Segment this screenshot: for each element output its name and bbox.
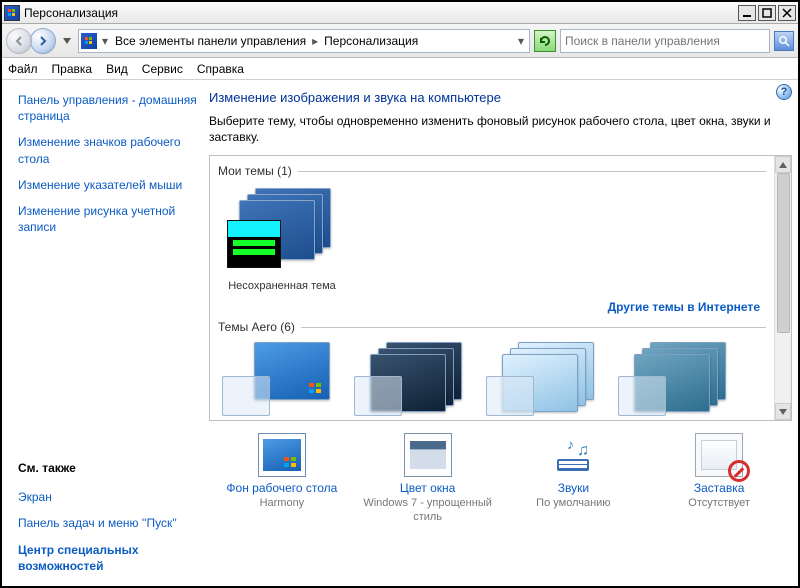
desktop-background-action[interactable]: Фон рабочего стола Harmony	[216, 433, 348, 525]
breadcrumb-item[interactable]: Все элементы панели управления	[113, 34, 308, 48]
aero-themes-header: Темы Aero (6)	[218, 320, 766, 334]
action-title: Фон рабочего стола	[216, 481, 348, 495]
chevron-right-icon[interactable]: ▸	[310, 34, 320, 48]
breadcrumb[interactable]: ▾ Все элементы панели управления ▸ Персо…	[78, 29, 530, 53]
svg-text:♪: ♪	[567, 436, 574, 452]
action-title: Цвет окна	[362, 481, 494, 495]
menu-file[interactable]: Файл	[8, 62, 38, 76]
action-sub: Windows 7 - упрощенный стиль	[362, 497, 494, 525]
screensaver-icon	[695, 433, 743, 477]
window-color-action[interactable]: Цвет окна Windows 7 - упрощенный стиль	[362, 433, 494, 525]
search-box[interactable]	[560, 29, 770, 53]
breadcrumb-item[interactable]: Персонализация	[322, 34, 420, 48]
bottom-actions: Фон рабочего стола Harmony Цвет окна Win…	[209, 421, 792, 525]
menu-tools[interactable]: Сервис	[142, 62, 183, 76]
minimize-button[interactable]	[738, 5, 756, 21]
sidebar-account-picture-link[interactable]: Изменение рисунка учетной записи	[18, 203, 199, 235]
maximize-button[interactable]	[758, 5, 776, 21]
action-sub: Отсутствует	[653, 497, 785, 511]
theme-item-aero[interactable]	[354, 342, 474, 420]
themes-panel: Мои темы (1) Несохраненная тема Другие т…	[209, 155, 792, 421]
main-content: ? Изменение изображения и звука на компь…	[207, 80, 798, 586]
close-button[interactable]	[778, 5, 796, 21]
sounds-action[interactable]: ♪♫ Звуки По умолчанию	[507, 433, 639, 525]
svg-text:♫: ♫	[577, 442, 589, 459]
control-panel-icon	[81, 33, 97, 49]
refresh-button[interactable]	[534, 30, 556, 52]
sidebar-home-link[interactable]: Панель управления - домашняя страница	[18, 92, 199, 124]
body: Панель управления - домашняя страница Из…	[2, 80, 798, 586]
theme-item-aero[interactable]	[486, 342, 606, 420]
theme-item-aero[interactable]	[618, 342, 738, 420]
desktop-background-icon	[258, 433, 306, 477]
forward-button[interactable]	[30, 28, 56, 54]
help-icon[interactable]: ?	[776, 84, 792, 100]
theme-item-aero[interactable]	[222, 342, 342, 420]
menu-view[interactable]: Вид	[106, 62, 128, 76]
scroll-thumb[interactable]	[777, 173, 790, 333]
sidebar-taskbar-link[interactable]: Панель задач и меню ''Пуск''	[18, 515, 199, 531]
sidebar-desktop-icons-link[interactable]: Изменение значков рабочего стола	[18, 134, 199, 166]
theme-label: Несохраненная тема	[222, 280, 342, 292]
sidebar-pointers-link[interactable]: Изменение указателей мыши	[18, 177, 199, 193]
section-label: Мои темы (1)	[218, 164, 292, 178]
history-dropdown[interactable]	[60, 28, 74, 54]
scroll-down-button[interactable]	[775, 403, 791, 420]
titlebar: Персонализация	[2, 2, 798, 24]
page-title: Изменение изображения и звука на компьют…	[209, 90, 792, 105]
navbar: ▾ Все элементы панели управления ▸ Персо…	[2, 24, 798, 58]
chevron-down-icon[interactable]: ▾	[99, 34, 111, 48]
personalization-window: Персонализация ▾ Все элементы панели упр…	[0, 0, 800, 588]
window-title: Персонализация	[24, 6, 738, 20]
see-also-heading: См. также	[18, 461, 199, 475]
menu-edit[interactable]: Правка	[52, 62, 93, 76]
menubar: Файл Правка Вид Сервис Справка	[2, 58, 798, 80]
window-color-icon	[404, 433, 452, 477]
sidebar-ease-link[interactable]: Центр специальных возможностей	[18, 542, 199, 574]
menu-help[interactable]: Справка	[197, 62, 244, 76]
scrollbar-vertical[interactable]	[774, 156, 791, 420]
search-button[interactable]	[774, 31, 794, 51]
back-button[interactable]	[6, 28, 32, 54]
page-subtitle: Выберите тему, чтобы одновременно измени…	[209, 113, 792, 145]
app-icon	[4, 5, 20, 21]
section-label: Темы Aero (6)	[218, 320, 295, 334]
action-sub: По умолчанию	[507, 497, 639, 511]
chevron-down-icon[interactable]: ▾	[515, 34, 527, 48]
action-title: Звуки	[507, 481, 639, 495]
action-title: Заставка	[653, 481, 785, 495]
screensaver-action[interactable]: Заставка Отсутствует	[653, 433, 785, 525]
more-themes-link[interactable]: Другие темы в Интернете	[608, 300, 760, 314]
sidebar: Панель управления - домашняя страница Из…	[2, 80, 207, 586]
search-input[interactable]	[565, 34, 765, 48]
sounds-icon: ♪♫	[549, 433, 597, 477]
sidebar-screen-link[interactable]: Экран	[18, 489, 199, 505]
theme-item-unsaved[interactable]: Несохраненная тема	[222, 188, 342, 292]
action-sub: Harmony	[216, 497, 348, 511]
my-themes-header: Мои темы (1)	[218, 164, 766, 178]
scroll-up-button[interactable]	[775, 156, 791, 173]
